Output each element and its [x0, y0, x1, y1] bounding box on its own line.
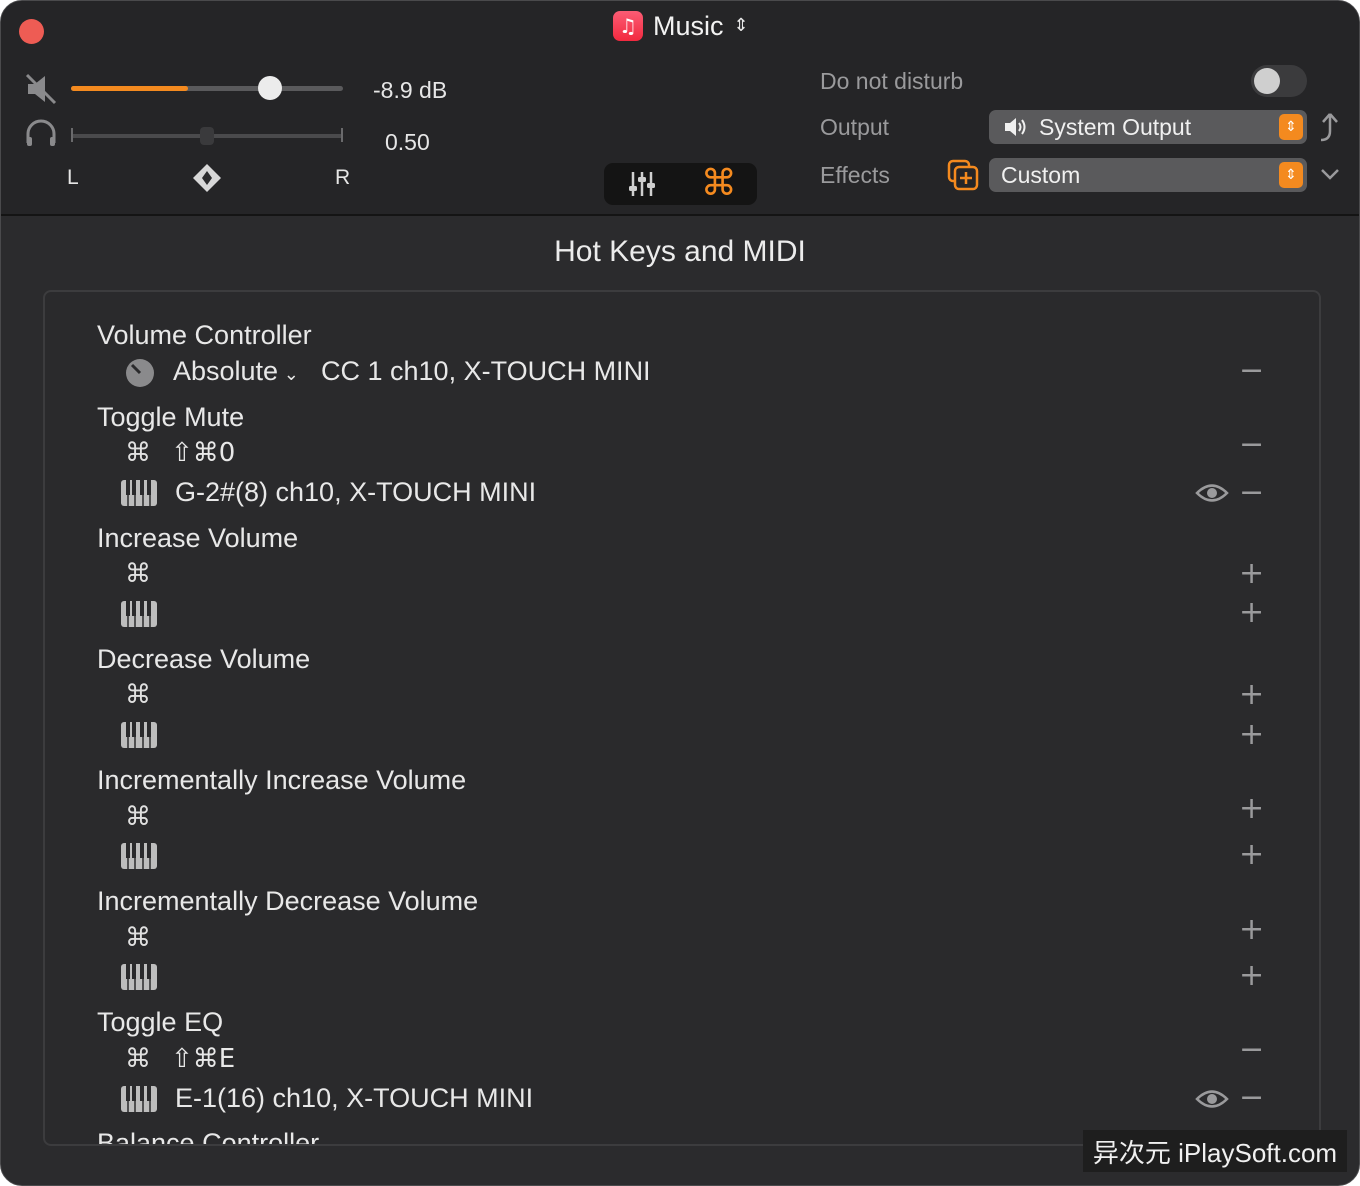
- balance-left-label: L: [67, 166, 79, 189]
- command-key-icon: ⌘: [125, 680, 151, 710]
- volume-knob[interactable]: [257, 76, 282, 100]
- dnd-toggle[interactable]: [1251, 65, 1307, 97]
- updown-chevron-icon: ⇕: [1279, 162, 1303, 188]
- balance-readout: 0.50: [385, 129, 430, 155]
- balance-right-label: R: [335, 166, 351, 189]
- add-midi-button[interactable]: +: [1239, 840, 1264, 870]
- piano-keys-icon: [121, 601, 157, 627]
- command-key-icon: ⌘: [125, 923, 151, 953]
- sliders-icon: [629, 172, 656, 196]
- midi-binding: CC 1 ch10, X-TOUCH MINI: [321, 356, 651, 386]
- add-hotkey-button[interactable]: +: [1239, 559, 1264, 589]
- view-switcher: ⌘: [604, 163, 757, 205]
- effects-label: Effects: [820, 162, 890, 188]
- speaker-icon: [1005, 118, 1026, 136]
- command-key-icon: ⌘: [125, 802, 151, 832]
- headphones-icon: [26, 119, 56, 146]
- music-note-icon: ♫: [613, 11, 643, 41]
- knob-icon: [126, 359, 154, 387]
- item-title: Incrementally Decrease Volume: [97, 886, 479, 916]
- command-key-icon: ⌘: [125, 559, 151, 589]
- mode-select[interactable]: Absolute ⌄: [173, 356, 299, 387]
- app-window: ♫ Music ⇕ -8.9 dB 0.50 L R ⌘ Do not dist…: [0, 0, 1360, 1186]
- dnd-label: Do not disturb: [820, 68, 964, 94]
- midi-binding: G-2#(8) ch10, X-TOUCH MINI: [175, 477, 537, 507]
- toolbar: ♫ Music ⇕ -8.9 dB 0.50 L R ⌘ Do not dist…: [1, 1, 1359, 216]
- piano-keys-icon: [121, 722, 157, 748]
- remove-hotkey-button[interactable]: −: [1239, 430, 1264, 460]
- item-title: Volume Controller: [97, 320, 312, 350]
- watermark: 异次元 iPlaySoft.com: [1083, 1130, 1347, 1172]
- eye-icon[interactable]: [1195, 482, 1229, 504]
- panel-title: Hot Keys and MIDI: [554, 235, 806, 268]
- add-midi-button[interactable]: +: [1239, 598, 1264, 628]
- add-hotkey-button[interactable]: +: [1239, 915, 1264, 945]
- add-hotkey-button[interactable]: +: [1239, 680, 1264, 710]
- close-button[interactable]: [19, 19, 44, 44]
- app-name: Music: [653, 10, 724, 41]
- output-label: Output: [820, 114, 890, 140]
- updown-chevron-icon: ⇕: [733, 15, 749, 36]
- volume-db-readout: -8.9 dB: [373, 77, 448, 103]
- hotkey-binding[interactable]: ⇧⌘0: [171, 438, 235, 468]
- add-midi-button[interactable]: +: [1239, 720, 1264, 750]
- add-effect-icon[interactable]: [947, 159, 979, 191]
- item-title: Incrementally Increase Volume: [97, 765, 467, 795]
- remove-midi-button[interactable]: −: [1239, 1083, 1264, 1113]
- route-arrow-icon[interactable]: [1317, 111, 1343, 143]
- eye-icon[interactable]: [1195, 1088, 1229, 1110]
- item-title: Decrease Volume: [97, 644, 311, 674]
- remove-button[interactable]: −: [1239, 356, 1264, 386]
- piano-keys-icon: [121, 964, 157, 990]
- tab-hotkeys[interactable]: ⌘: [681, 163, 758, 205]
- add-hotkey-button[interactable]: +: [1239, 794, 1264, 824]
- item-title: Balance Controller: [97, 1128, 320, 1146]
- speaker-muted-icon[interactable]: [23, 71, 59, 107]
- balance-slider[interactable]: [71, 127, 343, 145]
- app-selector[interactable]: ♫ Music ⇕: [613, 9, 749, 43]
- piano-keys-icon: [121, 1086, 157, 1112]
- output-value: System Output: [1039, 113, 1192, 140]
- balance-center-icon[interactable]: [191, 162, 223, 194]
- remove-hotkey-button[interactable]: −: [1239, 1035, 1264, 1065]
- item-title: Increase Volume: [97, 523, 299, 553]
- midi-binding: E-1(16) ch10, X-TOUCH MINI: [175, 1083, 534, 1113]
- output-select[interactable]: System Output ⇕: [989, 110, 1307, 144]
- dnd-toggle-knob: [1254, 68, 1280, 94]
- command-key-icon: ⌘: [700, 163, 737, 204]
- remove-midi-button[interactable]: −: [1239, 478, 1264, 508]
- volume-fill: [71, 86, 188, 91]
- command-key-icon: ⌘: [125, 1044, 151, 1074]
- updown-chevron-icon: ⇕: [1279, 114, 1303, 140]
- item-title: Toggle EQ: [97, 1007, 224, 1037]
- tab-mixer[interactable]: [604, 163, 681, 205]
- add-midi-button[interactable]: +: [1239, 961, 1264, 991]
- balance-tick-left: [71, 128, 73, 142]
- balance-knob[interactable]: [200, 127, 214, 145]
- piano-keys-icon: [121, 480, 157, 506]
- effects-select[interactable]: Custom ⇕: [989, 158, 1307, 192]
- hotkey-binding[interactable]: ⇧⌘E: [171, 1044, 235, 1074]
- balance-tick-right: [341, 128, 343, 142]
- volume-slider[interactable]: [71, 76, 343, 100]
- chevron-down-icon: ⌄: [278, 364, 299, 385]
- hotkey-list: Volume Controller Absolute ⌄ CC 1 ch10, …: [43, 290, 1321, 1146]
- mode-value: Absolute: [173, 356, 279, 386]
- chevron-down-icon[interactable]: [1319, 165, 1341, 183]
- item-title: Toggle Mute: [97, 402, 245, 432]
- piano-keys-icon: [121, 843, 157, 869]
- effects-value: Custom: [1001, 161, 1081, 188]
- command-key-icon: ⌘: [125, 438, 151, 468]
